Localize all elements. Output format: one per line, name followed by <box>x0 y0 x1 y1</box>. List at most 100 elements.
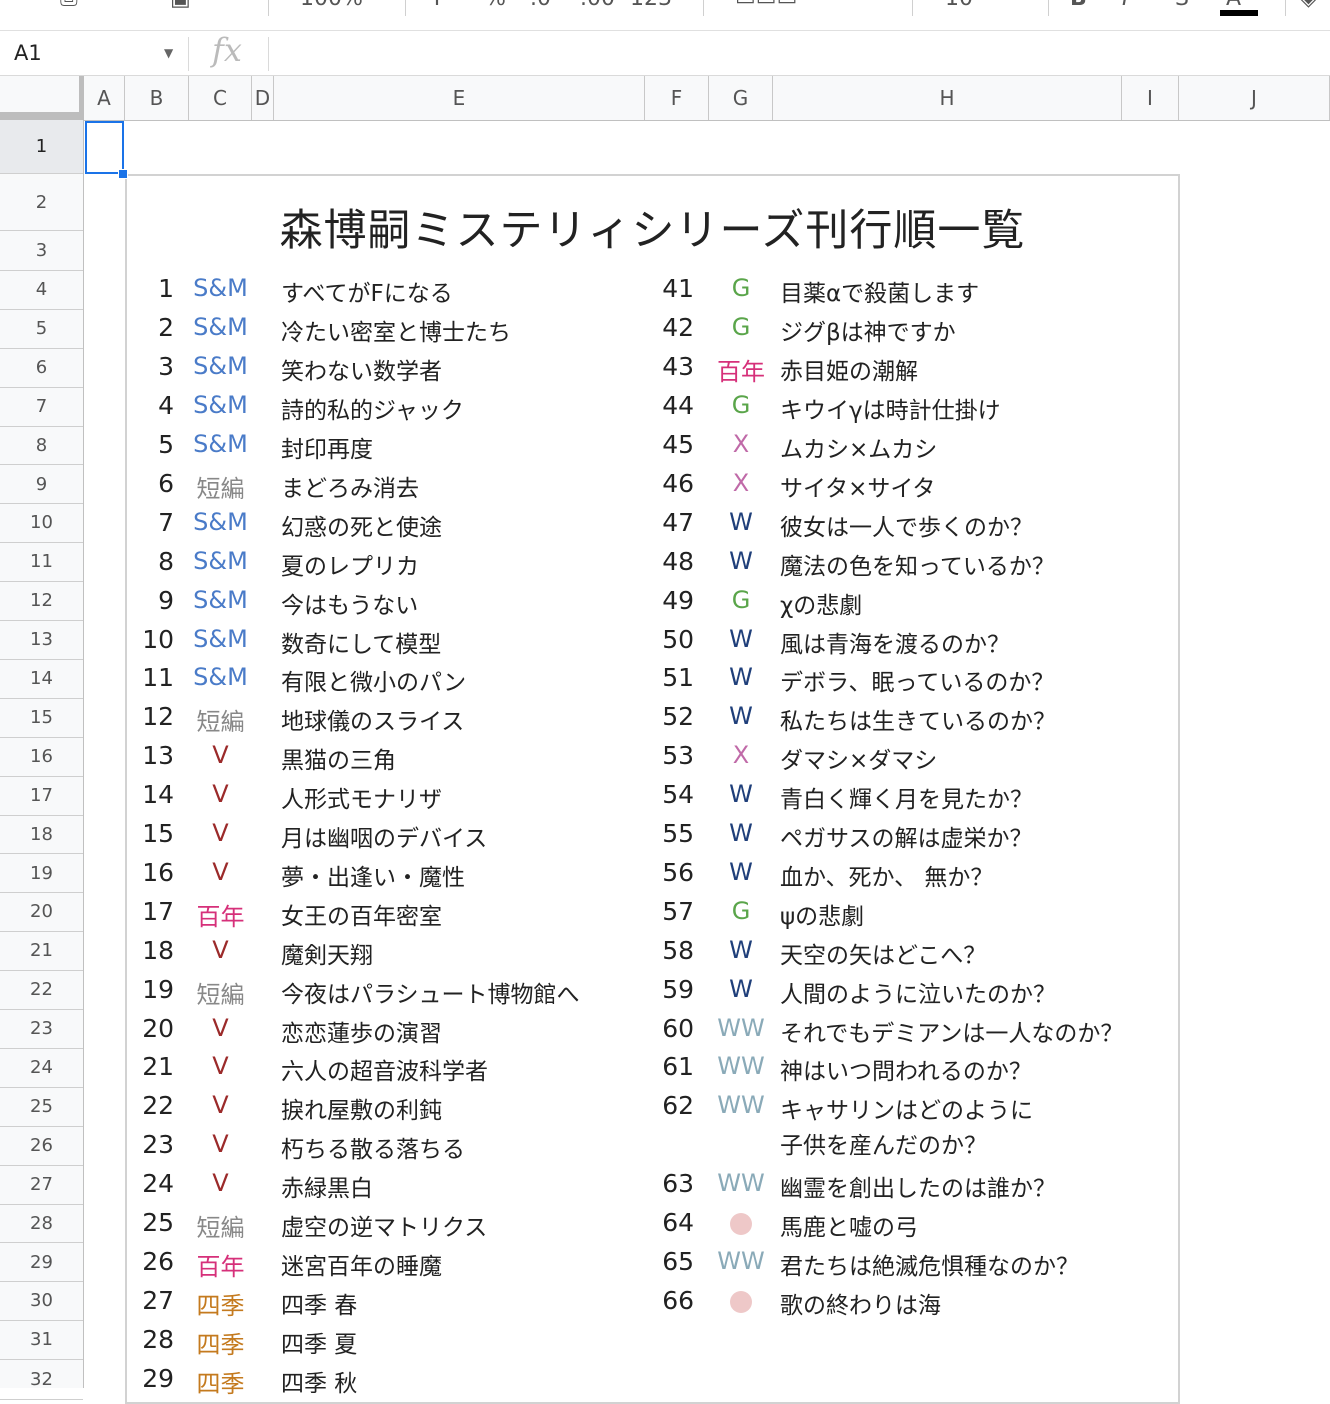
series-tag: V <box>212 935 229 964</box>
row-header-28[interactable]: 28 <box>0 1205 83 1244</box>
decrease-decimal-icon[interactable]: .0 <box>530 0 551 11</box>
column-header-e[interactable]: E <box>274 76 645 120</box>
italic-button[interactable]: I <box>1122 0 1129 11</box>
book-title: 地球儀のスライス <box>281 709 465 736</box>
series-tag: 四季 <box>196 1291 245 1320</box>
row-header-11[interactable]: 11 <box>0 543 83 583</box>
column-header-f[interactable]: F <box>645 76 709 120</box>
column-header-a[interactable]: A <box>84 76 125 120</box>
row-header-9[interactable]: 9 <box>0 466 83 505</box>
row-header-22[interactable]: 22 <box>0 971 83 1011</box>
book-number: 8 <box>158 546 174 576</box>
row-header-27[interactable]: 27 <box>0 1166 83 1205</box>
book-number: 43 <box>662 352 694 382</box>
row-header-2[interactable]: 2 <box>0 174 83 231</box>
series-tag: X <box>732 430 750 459</box>
row-header-20[interactable]: 20 <box>0 893 83 933</box>
book-title: 六人の超音波科学者 <box>281 1059 488 1086</box>
font-size-select[interactable]: 10 <box>945 0 973 11</box>
column-header-h[interactable]: H <box>773 76 1122 120</box>
book-title: ペガサスの解は虚栄か？ <box>780 826 1033 853</box>
row-header-26[interactable]: 26 <box>0 1127 83 1166</box>
book-title: ムカシ×ムカシ <box>780 437 938 464</box>
book-number: 20 <box>142 1013 174 1043</box>
row-header-29[interactable]: 29 <box>0 1244 83 1283</box>
book-number: 55 <box>662 819 694 849</box>
row-header: 1 2 3 4 5 6 7 8 9 10 11 12 13 14 15 16 17 18 19 20 21 22 23 24 2… <box>0 120 84 1400</box>
book-title: 人形式モナリザ <box>281 787 442 814</box>
row-header-19[interactable]: 19 <box>0 855 83 894</box>
book-number: 46 <box>662 468 694 498</box>
book-title: 詩的私的ジャック <box>281 398 464 425</box>
row-header-30[interactable]: 30 <box>0 1282 83 1322</box>
column-header-i[interactable]: I <box>1122 76 1179 120</box>
row-header-14[interactable]: 14 <box>0 660 83 699</box>
row-header-7[interactable]: 7 <box>0 388 83 427</box>
column-header-g[interactable]: G <box>709 76 773 120</box>
paint-format-icon[interactable]: ⎙ <box>60 0 78 11</box>
name-box[interactable]: A1 <box>14 41 42 65</box>
selected-cell[interactable] <box>85 121 124 174</box>
row-header-24[interactable]: 24 <box>0 1049 83 1088</box>
row-header-10[interactable]: 10 <box>0 504 83 544</box>
book-number: 62 <box>662 1091 694 1121</box>
series-tag: G <box>731 274 751 303</box>
row-header-6[interactable]: 6 <box>0 349 83 388</box>
print-icon[interactable]: ▣ <box>170 0 191 11</box>
book-title: 魔法の色を知っているか？ <box>780 553 1055 580</box>
series-tag: 短編 <box>196 1214 245 1243</box>
book-number: 7 <box>158 507 174 537</box>
row-header-31[interactable]: 31 <box>0 1321 83 1361</box>
fill-handle[interactable] <box>118 169 128 179</box>
percent-icon[interactable]: % <box>485 0 506 11</box>
row-header-5[interactable]: 5 <box>0 310 83 349</box>
row-header-8[interactable]: 8 <box>0 427 83 466</box>
book-number: 18 <box>142 935 174 965</box>
more-formats-icon[interactable]: 123 <box>630 0 672 11</box>
series-tag: V <box>212 1091 229 1120</box>
book-title: 恋恋蓮歩の演習 <box>281 1020 442 1047</box>
row-header-32[interactable]: 32 <box>0 1360 83 1400</box>
row-header-18[interactable]: 18 <box>0 816 83 855</box>
row-header-25[interactable]: 25 <box>0 1088 83 1127</box>
book-title: 歌の終わりは海 <box>780 1292 941 1319</box>
book-number: 48 <box>662 546 694 576</box>
series-tag: S&M <box>193 663 248 692</box>
book-number: 25 <box>142 1208 174 1238</box>
row-header-4[interactable]: 4 <box>0 271 83 310</box>
font-select[interactable]: ▭▭▭ <box>735 0 797 11</box>
row-header-23[interactable]: 23 <box>0 1010 83 1049</box>
series-tag: V <box>212 1169 229 1198</box>
book-number: 64 <box>662 1208 694 1238</box>
currency-icon[interactable]: ¥ <box>430 0 444 11</box>
increase-decimal-icon[interactable]: .00 <box>580 0 615 11</box>
row-header-3[interactable]: 3 <box>0 231 83 271</box>
series-tag: 短編 <box>196 474 245 503</box>
row-header-13[interactable]: 13 <box>0 621 83 660</box>
bold-button[interactable]: B <box>1070 0 1087 11</box>
column-header-b[interactable]: B <box>125 76 189 120</box>
book-title: サイタ×サイタ <box>780 475 936 502</box>
fill-color-icon[interactable]: ◈ <box>1300 0 1317 11</box>
row-header-21[interactable]: 21 <box>0 932 83 972</box>
series-tag: W <box>729 663 753 692</box>
row-header-1[interactable]: 1 <box>0 120 83 174</box>
zoom-select[interactable]: 100% <box>300 0 363 11</box>
column-header-j[interactable]: J <box>1179 76 1330 120</box>
row-header-15[interactable]: 15 <box>0 699 83 738</box>
frozen-divider[interactable] <box>0 112 84 120</box>
book-number: 58 <box>662 935 694 965</box>
book-title: キウイγは時計仕掛け <box>780 398 1001 425</box>
book-number: 29 <box>142 1363 174 1393</box>
row-header-17[interactable]: 17 <box>0 777 83 816</box>
row-header-16[interactable]: 16 <box>0 738 83 777</box>
series-tag: S&M <box>193 430 248 459</box>
book-title: 風は青海を渡るのか？ <box>780 631 1010 658</box>
strikethrough-button[interactable]: S <box>1175 0 1189 11</box>
chevron-down-icon[interactable]: ▼ <box>164 46 173 60</box>
column-header-c[interactable]: C <box>189 76 252 120</box>
column-header-d[interactable]: D <box>252 76 274 120</box>
book-number: 44 <box>662 391 694 421</box>
row-header-12[interactable]: 12 <box>0 582 83 622</box>
series-tag: G <box>731 391 751 420</box>
